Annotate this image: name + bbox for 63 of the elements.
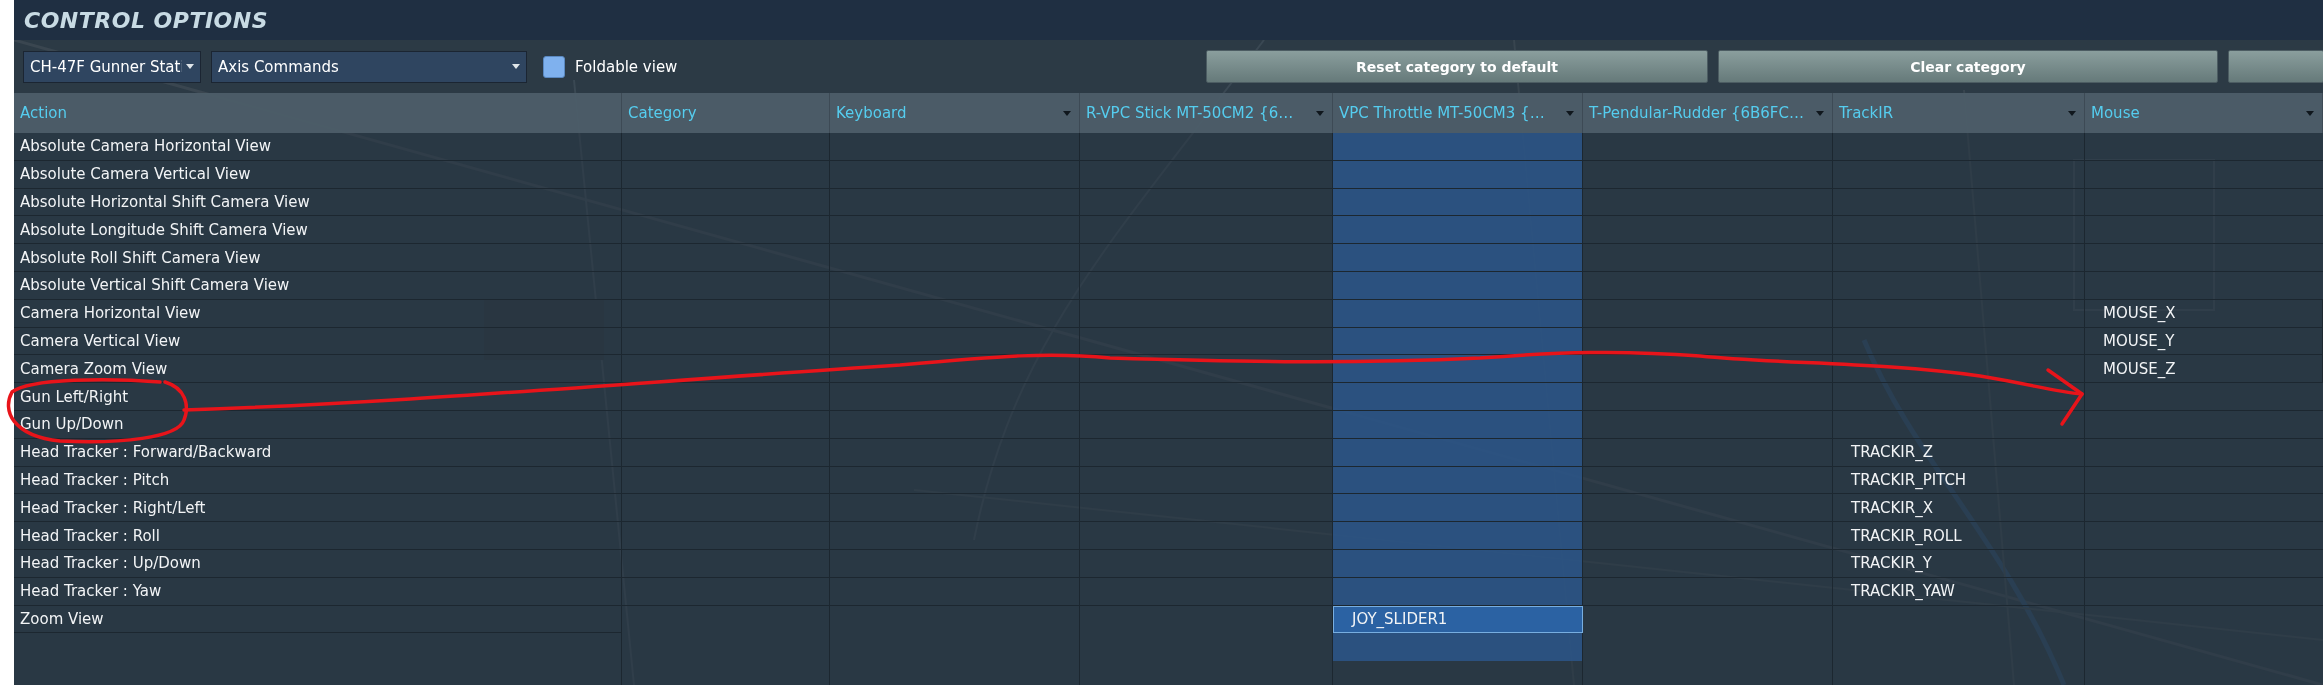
table-cell[interactable] xyxy=(1333,466,1583,495)
table-cell[interactable]: Head Tracker : Yaw xyxy=(14,577,622,606)
table-cell[interactable]: Gun Left/Right xyxy=(14,383,622,411)
column-header[interactable]: R-VPC Stick MT-50CM2 {6… xyxy=(1080,93,1333,133)
caret-icon xyxy=(512,64,520,69)
table-cell[interactable] xyxy=(1333,160,1583,189)
table-cell[interactable] xyxy=(1333,494,1583,523)
table-cell[interactable]: TRACKIR_X xyxy=(1833,494,2085,523)
column-header[interactable]: VPC Throttle MT-50CM3 {… xyxy=(1333,93,1583,133)
table-cell[interactable]: TRACKIR_PITCH xyxy=(1833,466,2085,495)
toolbar-button[interactable] xyxy=(2228,50,2323,83)
table-cell[interactable]: TRACKIR_YAW xyxy=(1833,577,2085,606)
table-cell[interactable]: MOUSE_Y xyxy=(2085,327,2323,356)
table-cell[interactable] xyxy=(1333,522,1583,550)
table-cell[interactable]: JOY_SLIDER1 xyxy=(1333,605,1583,634)
checkbox[interactable] xyxy=(543,55,565,78)
column-header[interactable]: Category xyxy=(622,93,830,133)
column-header[interactable]: Action xyxy=(14,93,622,133)
table-cell[interactable] xyxy=(1333,549,1583,578)
table-cell[interactable] xyxy=(1333,327,1583,356)
table-cell[interactable] xyxy=(1333,272,1583,300)
category-button[interactable]: Clear category xyxy=(1718,50,2218,83)
table-cell[interactable]: Gun Up/Down xyxy=(14,410,622,439)
checkbox-label: Foldable view xyxy=(575,57,678,76)
column-header[interactable]: T-Pendular-Rudder {6B6FC… xyxy=(1583,93,1833,133)
table-cell[interactable] xyxy=(1333,244,1583,272)
table-cell[interactable]: Head Tracker : Right/Left xyxy=(14,494,622,523)
table-cell[interactable]: Absolute Vertical Shift Camera View xyxy=(14,272,622,300)
table-cell[interactable] xyxy=(1333,216,1583,245)
table-cell[interactable] xyxy=(1333,410,1583,439)
table-cell[interactable]: Camera Zoom View xyxy=(14,355,622,384)
table-cell[interactable] xyxy=(1333,383,1583,411)
table-cell[interactable] xyxy=(1333,133,1583,161)
table-cell[interactable] xyxy=(1333,577,1583,606)
category-dropdown[interactable]: Axis Commands xyxy=(211,50,527,83)
table-cell[interactable] xyxy=(1333,438,1583,467)
table-cell[interactable] xyxy=(1333,355,1583,384)
table-cell[interactable]: TRACKIR_ROLL xyxy=(1833,522,2085,550)
table-cell[interactable]: Head Tracker : Up/Down xyxy=(14,549,622,578)
table-cell[interactable]: MOUSE_X xyxy=(2085,299,2323,328)
table-cell[interactable]: Zoom View xyxy=(14,605,622,634)
table-cell[interactable]: Absolute Longitude Shift Camera View xyxy=(14,216,622,245)
table-cell[interactable]: TRACKIR_Z xyxy=(1833,438,2085,467)
table-cell[interactable]: Head Tracker : Forward/Backward xyxy=(14,438,622,467)
table-cell[interactable]: Head Tracker : Pitch xyxy=(14,466,622,495)
table-cell[interactable]: Absolute Camera Vertical View xyxy=(14,160,622,189)
column-header[interactable]: TrackIR xyxy=(1833,93,2085,133)
table-cell[interactable]: Head Tracker : Roll xyxy=(14,522,622,550)
table-cell[interactable] xyxy=(1333,188,1583,217)
table-cell[interactable]: Camera Horizontal View xyxy=(14,299,622,328)
table-cell[interactable]: TRACKIR_Y xyxy=(1833,549,2085,578)
category-button[interactable]: Reset category to default xyxy=(1206,50,1708,83)
table-cell[interactable]: Absolute Horizontal Shift Camera View xyxy=(14,188,622,217)
table-cell[interactable]: Camera Vertical View xyxy=(14,327,622,356)
window-title: CONTROL OPTIONS xyxy=(24,7,269,33)
caret-icon xyxy=(186,64,194,69)
table-cell[interactable]: MOUSE_Z xyxy=(2085,355,2323,384)
aircraft-dropdown[interactable]: CH-47F Gunner Stati xyxy=(23,50,201,83)
column-header[interactable]: Keyboard xyxy=(830,93,1080,133)
table-cell[interactable]: Absolute Camera Horizontal View xyxy=(14,133,622,161)
column-header[interactable]: Mouse xyxy=(2085,93,2323,133)
table-cell[interactable] xyxy=(1333,299,1583,328)
table-cell[interactable]: Absolute Roll Shift Camera View xyxy=(14,244,622,272)
